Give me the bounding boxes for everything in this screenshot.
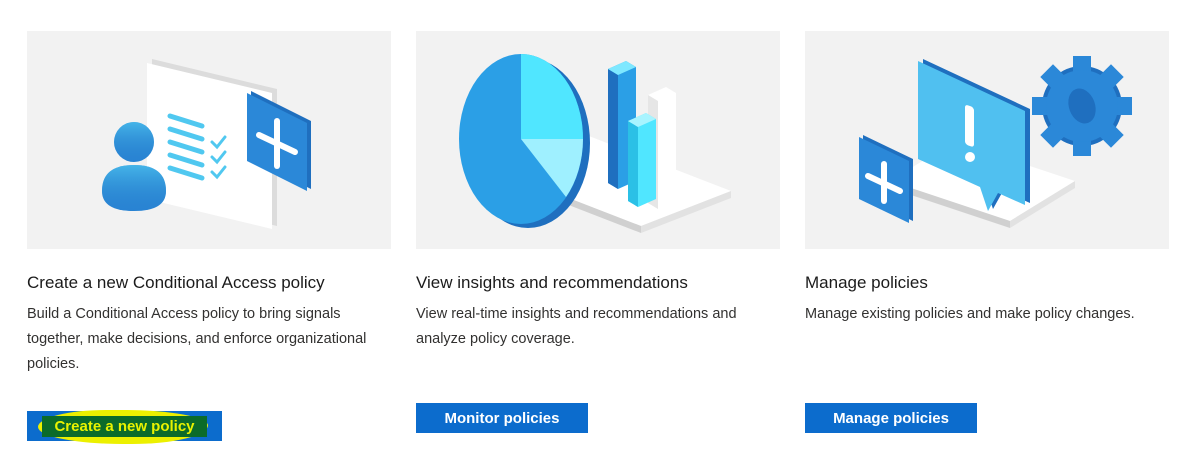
create-new-policy-button-label: Create a new policy	[42, 415, 207, 437]
card-description: Manage existing policies and make policy…	[805, 306, 1135, 322]
card-title: Create a new Conditional Access policy	[27, 273, 325, 292]
card-manage-policies: Manage policies Manage existing policies…	[805, 31, 1169, 327]
monitor-policies-button[interactable]: Monitor policies	[416, 403, 588, 433]
card-title: Manage policies	[805, 273, 928, 292]
card-description: View real-time insights and recommendati…	[416, 306, 737, 347]
card-view-insights: View insights and recommendations View r…	[416, 31, 780, 352]
card-create-policy: Create a new Conditional Access policy B…	[27, 31, 391, 377]
manage-policies-button[interactable]: Manage policies	[805, 403, 977, 433]
card-title: View insights and recommendations	[416, 273, 688, 292]
card-description: Build a Conditional Access policy to bri…	[27, 306, 367, 372]
insights-illustration	[416, 31, 780, 249]
getting-started-cards: Create a new Conditional Access policy B…	[0, 0, 1191, 461]
manage-policies-illustration	[805, 31, 1169, 249]
create-policy-illustration	[27, 31, 391, 249]
